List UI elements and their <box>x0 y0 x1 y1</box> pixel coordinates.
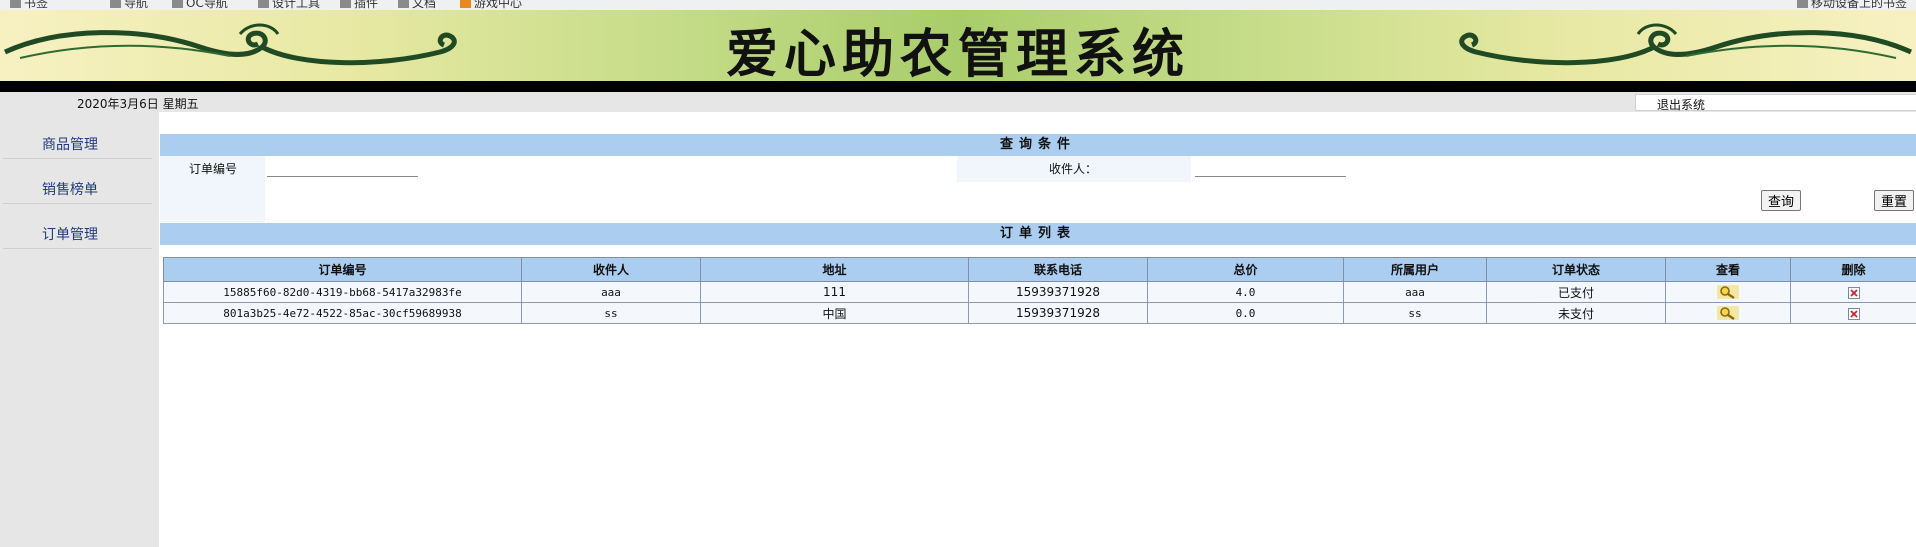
phone-cell: 15939371928 <box>968 281 1148 303</box>
total-cell: 0.0 <box>1147 302 1344 324</box>
order-no-cell: 801a3b25-4e72-4522-85ac-30cf59689938 <box>163 302 522 324</box>
search-button[interactable]: 查询 <box>1761 190 1802 211</box>
sidebar-item-label[interactable]: 商品管理 <box>42 134 98 154</box>
status-bar: 2020年3月6日 星期五 退出系统 <box>0 92 1916 112</box>
order-no-label: 订单编号 <box>189 162 238 176</box>
receiver-cell: aaa <box>521 281 701 303</box>
column-header: 订单状态 <box>1486 257 1666 282</box>
bookmark-item[interactable]: 游戏中心 <box>460 0 522 10</box>
delete-icon[interactable] <box>1847 307 1860 320</box>
column-header: 所属用户 <box>1343 257 1487 282</box>
column-header: 总价 <box>1147 257 1344 282</box>
bookmark-item[interactable]: 文档 <box>398 0 436 10</box>
folder-icon <box>1797 0 1808 8</box>
folder-icon <box>398 0 409 8</box>
folder-icon <box>10 0 21 8</box>
logout-label[interactable]: 退出系统 <box>1657 96 1705 113</box>
empty-label-cell <box>160 182 265 222</box>
bookmark-item[interactable]: 导航 <box>110 0 148 10</box>
folder-icon <box>172 0 183 8</box>
bookmark-item[interactable]: OC导航 <box>172 0 228 10</box>
receiver-cell: ss <box>521 302 701 324</box>
reset-button[interactable]: 重置 <box>1874 190 1915 211</box>
view-cell <box>1665 302 1791 324</box>
table-row: 801a3b25-4e72-4522-85ac-30cf59689938 ss … <box>163 302 1916 324</box>
sidebar-item-sales-ranking[interactable]: 销售榜单 <box>3 159 152 204</box>
query-actions-row: 查询 重置 <box>160 182 1916 222</box>
receiver-label: 收件人： <box>1049 162 1098 176</box>
table-row: 15885f60-82d0-4319-bb68-5417a32983fe aaa… <box>163 281 1916 303</box>
sidebar-item-label[interactable]: 订单管理 <box>42 224 98 244</box>
address-cell: 中国 <box>700 302 969 324</box>
order-no-cell: 15885f60-82d0-4319-bb68-5417a32983fe <box>163 281 522 303</box>
receiver-input[interactable] <box>1195 160 1346 177</box>
magnifier-icon[interactable] <box>1717 306 1739 320</box>
receiver-label-cell: 收件人： <box>957 156 1191 182</box>
column-header: 删除 <box>1790 257 1916 282</box>
user-cell: aaa <box>1343 281 1487 303</box>
column-header: 收件人 <box>521 257 701 282</box>
order-no-label-cell: 订单编号 <box>160 156 265 182</box>
bookmarks-bar: 书签 导航 OC导航 设计工具 插件 文档 游戏中心 移动设备上的书签 <box>0 0 1916 10</box>
orders-table: 订单编号 收件人 地址 联系电话 总价 所属用户 订单状态 查看 删除 1588… <box>163 257 1916 324</box>
column-header: 订单编号 <box>163 257 522 282</box>
delete-cell <box>1790 281 1916 303</box>
sidebar-item-label[interactable]: 销售榜单 <box>42 179 98 199</box>
user-cell: ss <box>1343 302 1487 324</box>
view-cell <box>1665 281 1791 303</box>
current-date: 2020年3月6日 星期五 <box>77 97 199 111</box>
table-header-row: 订单编号 收件人 地址 联系电话 总价 所属用户 订单状态 查看 删除 <box>163 257 1916 282</box>
column-header: 查看 <box>1665 257 1791 282</box>
magnifier-icon[interactable] <box>1717 285 1739 299</box>
right-scroll-ornament <box>1459 23 1913 66</box>
bookmark-item[interactable]: 设计工具 <box>258 0 320 10</box>
header-divider <box>0 81 1916 92</box>
logout-button[interactable]: 退出系统 <box>1635 94 1916 113</box>
sidebar-item-orders[interactable]: 订单管理 <box>3 204 152 249</box>
delete-cell <box>1790 302 1916 324</box>
folder-icon <box>340 0 351 8</box>
column-header: 联系电话 <box>968 257 1148 282</box>
list-section-title: 订单列表 <box>160 223 1916 245</box>
status-cell: 未支付 <box>1486 302 1666 324</box>
bookmark-item[interactable]: 插件 <box>340 0 378 10</box>
site-banner: 爱心助农管理系统 <box>0 10 1916 81</box>
delete-icon[interactable] <box>1847 286 1860 299</box>
address-cell: 111 <box>700 281 969 303</box>
phone-cell: 15939371928 <box>968 302 1148 324</box>
bookmark-item[interactable]: 移动设备上的书签 <box>1797 0 1907 10</box>
bookmark-item[interactable]: 书签 <box>10 0 48 10</box>
query-row: 订单编号 收件人： <box>160 156 1916 182</box>
folder-icon <box>258 0 269 8</box>
status-cell: 已支付 <box>1486 281 1666 303</box>
column-header: 地址 <box>700 257 969 282</box>
sidebar-menu: 商品管理 销售榜单 订单管理 <box>0 112 159 547</box>
main-content: 查询条件 订单编号 收件人： 查询 重置 订单列表 订单编号 收件人 地址 联系… <box>160 112 1916 547</box>
order-no-input[interactable] <box>267 160 418 177</box>
query-section-title: 查询条件 <box>160 134 1916 156</box>
total-cell: 4.0 <box>1147 281 1344 303</box>
rss-icon <box>460 0 471 8</box>
folder-icon <box>110 0 121 8</box>
sidebar-item-products[interactable]: 商品管理 <box>3 114 152 159</box>
